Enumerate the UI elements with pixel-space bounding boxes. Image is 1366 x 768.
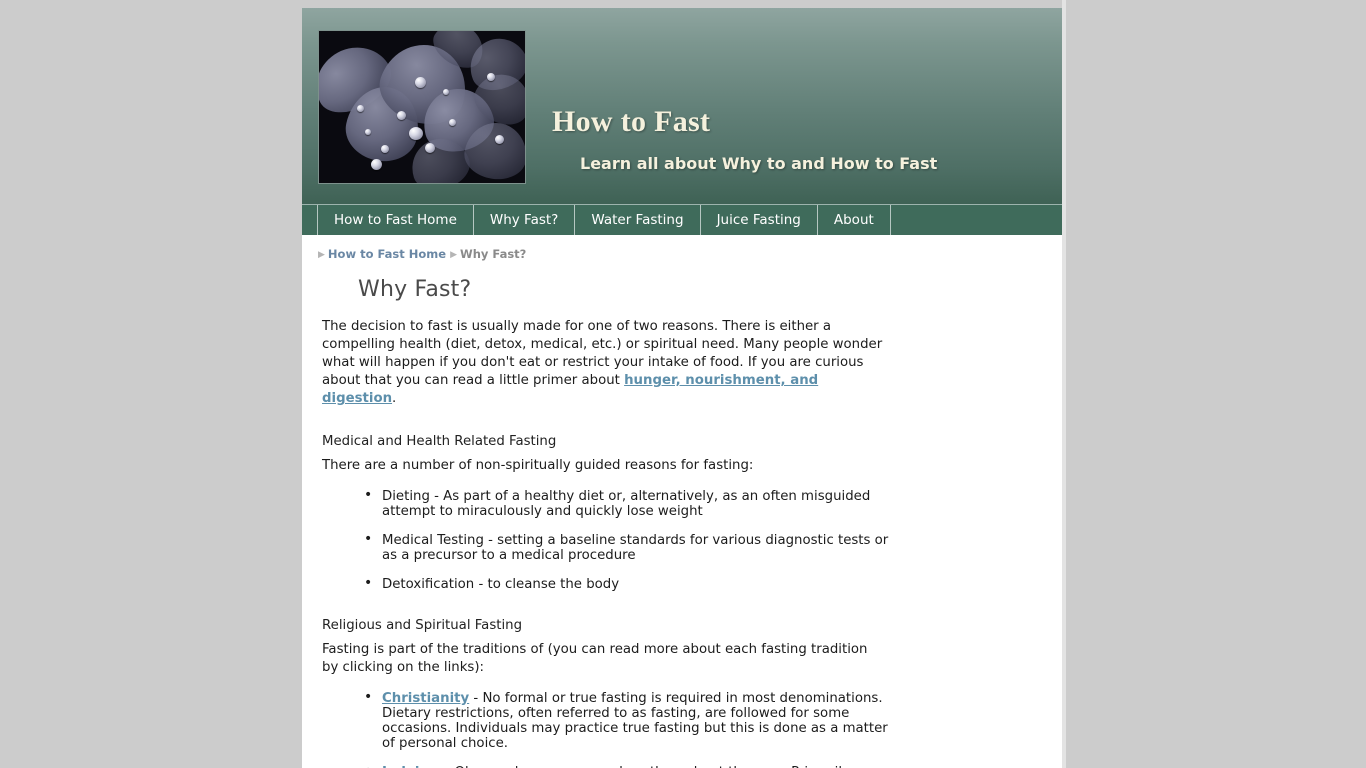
intro-text-part-2: .	[392, 391, 397, 406]
breadcrumb-arrow-icon: ▶	[318, 249, 325, 260]
medical-lead-text: There are a number of non-spiritually gu…	[322, 458, 754, 473]
section-heading-medical: Medical and Health Related Fasting	[322, 434, 557, 449]
main-navigation: How to Fast Home Why Fast? Water Fasting…	[302, 204, 1064, 235]
breadcrumb-current-page: Why Fast?	[460, 247, 527, 261]
religious-lead-text: Fasting is part of the traditions of (yo…	[322, 642, 868, 675]
header-photo	[318, 30, 526, 184]
section-heading-religious: Religious and Spiritual Fasting	[322, 618, 523, 633]
nav-item-label: About	[833, 212, 874, 228]
breadcrumb: ▶ How to Fast Home ▶ Why Fast?	[302, 235, 1064, 261]
site-subtitle: Learn all about Why to and How to Fast	[580, 154, 938, 173]
breadcrumb-arrow-icon: ▶	[450, 249, 458, 260]
list-item: Medical Testing - setting a baseline sta…	[364, 532, 904, 563]
nav-item-why-fast[interactable]: Why Fast?	[474, 205, 576, 235]
site-title: How to Fast	[552, 105, 711, 138]
page-title: Why Fast?	[358, 277, 472, 302]
site-header: How to Fast Learn all about Why to and H…	[302, 8, 1064, 204]
browser-viewport: How to Fast Learn all about Why to and H…	[0, 0, 1366, 768]
nav-item-label: Juice Fasting	[716, 212, 801, 228]
christianity-link[interactable]: Christianity	[382, 691, 469, 706]
list-item: Detoxification - to cleanse the body	[364, 576, 904, 592]
content-area: ▶ How to Fast Home ▶ Why Fast? Why Fast? T…	[302, 235, 1064, 768]
nav-item-juice-fasting[interactable]: Juice Fasting	[701, 205, 818, 235]
main-article: Why Fast? The decision to fast is usuall…	[302, 261, 902, 768]
breadcrumb-link-home[interactable]: How to Fast Home	[328, 247, 446, 261]
nav-item-about[interactable]: About	[818, 205, 891, 235]
nav-item-water-fasting[interactable]: Water Fasting	[575, 205, 701, 235]
nav-item-how-to-fast-home[interactable]: How to Fast Home	[317, 205, 474, 235]
page-right-gutter	[1062, 0, 1066, 768]
page-container: How to Fast Learn all about Why to and H…	[302, 8, 1064, 768]
list-item: Dieting - As part of a healthy diet or, …	[364, 488, 904, 519]
religious-bullet-list: Christianity - No formal or true fasting…	[322, 690, 904, 768]
nav-item-label: Why Fast?	[489, 212, 559, 228]
nav-item-label: How to Fast Home	[334, 212, 457, 228]
list-item: Christianity - No formal or true fasting…	[364, 690, 904, 751]
medical-bullet-list: Dieting - As part of a healthy diet or, …	[322, 488, 904, 592]
intro-paragraph: The decision to fast is usually made for…	[322, 318, 884, 408]
nav-empty-space	[891, 205, 1064, 235]
nav-item-label: Water Fasting	[591, 212, 684, 228]
